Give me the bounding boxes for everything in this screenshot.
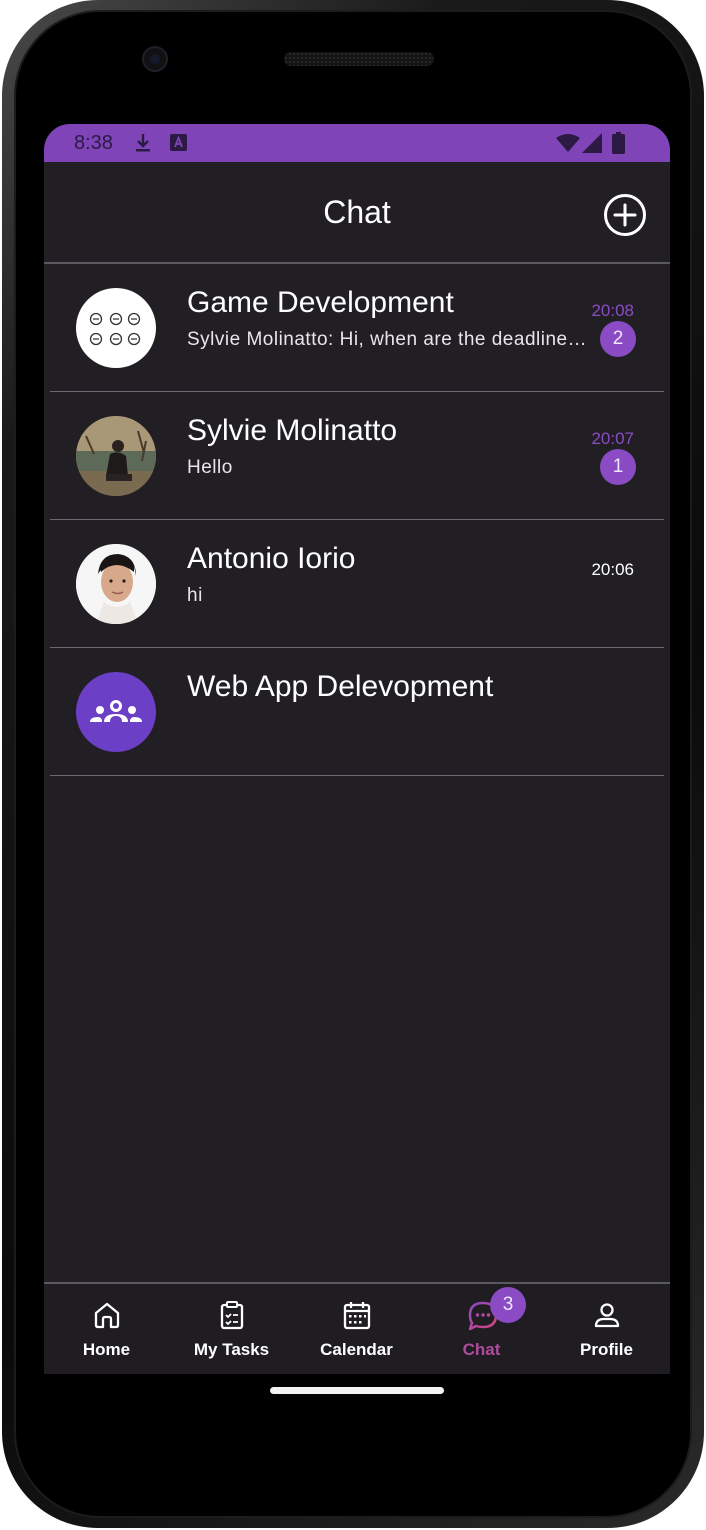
chat-time: 20:06 <box>591 560 634 579</box>
chat-last-message: hi <box>187 585 203 606</box>
person-icon <box>594 1303 620 1328</box>
chat-time: 20:08 <box>591 301 634 320</box>
avatar <box>76 544 156 624</box>
chat-name: Game Development <box>187 286 454 319</box>
group-people-icon <box>90 700 142 722</box>
calendar-icon <box>343 1302 371 1330</box>
app-screen: 8:38 Chat Game Development Sylvie Molina… <box>44 124 670 1374</box>
chat-list-item[interactable]: Sylvie Molinatto Hello 20:07 1 <box>50 392 664 520</box>
nav-item-my-tasks[interactable]: My Tasks <box>169 1284 294 1374</box>
earpiece-speaker <box>284 52 434 66</box>
chat-last-message: Hello <box>187 457 233 478</box>
chat-list-item[interactable]: Game Development Sylvie Molinatto: Hi, w… <box>50 264 664 392</box>
nav-item-home[interactable]: Home <box>44 1284 169 1374</box>
bottom-nav: Home My Tasks Calendar Chat Profile 3 <box>44 1284 670 1374</box>
clipboard-check-icon <box>220 1301 244 1330</box>
page-title: Chat <box>323 194 391 230</box>
download-icon <box>136 134 150 152</box>
front-camera <box>142 46 168 72</box>
person-photo-icon <box>76 416 156 496</box>
nav-label: Profile <box>580 1340 633 1359</box>
unread-badge: 1 <box>600 449 636 485</box>
home-icon <box>94 1302 120 1329</box>
chat-list-item[interactable]: Web App Delevopment <box>50 648 664 776</box>
nav-item-profile[interactable]: Profile <box>544 1284 669 1374</box>
app-bar: Chat <box>44 162 670 262</box>
home-indicator[interactable] <box>270 1387 444 1394</box>
nav-label: Home <box>82 1340 131 1359</box>
chat-time: 20:07 <box>591 429 634 448</box>
chat-name: Sylvie Molinatto <box>187 414 398 447</box>
nav-label: Calendar <box>320 1340 393 1359</box>
chat-unread-badge: 3 <box>490 1287 526 1323</box>
group-avatar <box>76 288 156 368</box>
avatar <box>76 416 156 496</box>
chat-last-message: Sylvie Molinatto: Hi, when are the deadl… <box>187 329 587 350</box>
nav-label: My Tasks <box>193 1340 270 1359</box>
nav-label: Chat <box>462 1340 501 1359</box>
nav-item-chat[interactable]: Chat <box>419 1284 544 1374</box>
chat-list: Game Development Sylvie Molinatto: Hi, w… <box>44 264 670 776</box>
group-avatar <box>76 672 156 752</box>
status-time: 8:38 <box>74 132 113 154</box>
unread-badge: 2 <box>600 321 636 357</box>
chat-list-item[interactable]: Antonio Iorio hi 20:06 <box>50 520 664 648</box>
faces-grid-icon <box>89 312 141 346</box>
person-photo-icon <box>76 544 156 624</box>
nav-item-calendar[interactable]: Calendar <box>294 1284 419 1374</box>
chat-name: Antonio Iorio <box>187 542 356 575</box>
chat-name: Web App Delevopment <box>187 670 494 703</box>
status-bar: 8:38 <box>44 124 670 162</box>
cell-signal-icon <box>582 133 602 153</box>
wifi-icon <box>556 134 580 152</box>
add-chat-button[interactable] <box>602 192 648 238</box>
battery-icon <box>612 132 625 154</box>
android-a-icon <box>170 134 187 151</box>
